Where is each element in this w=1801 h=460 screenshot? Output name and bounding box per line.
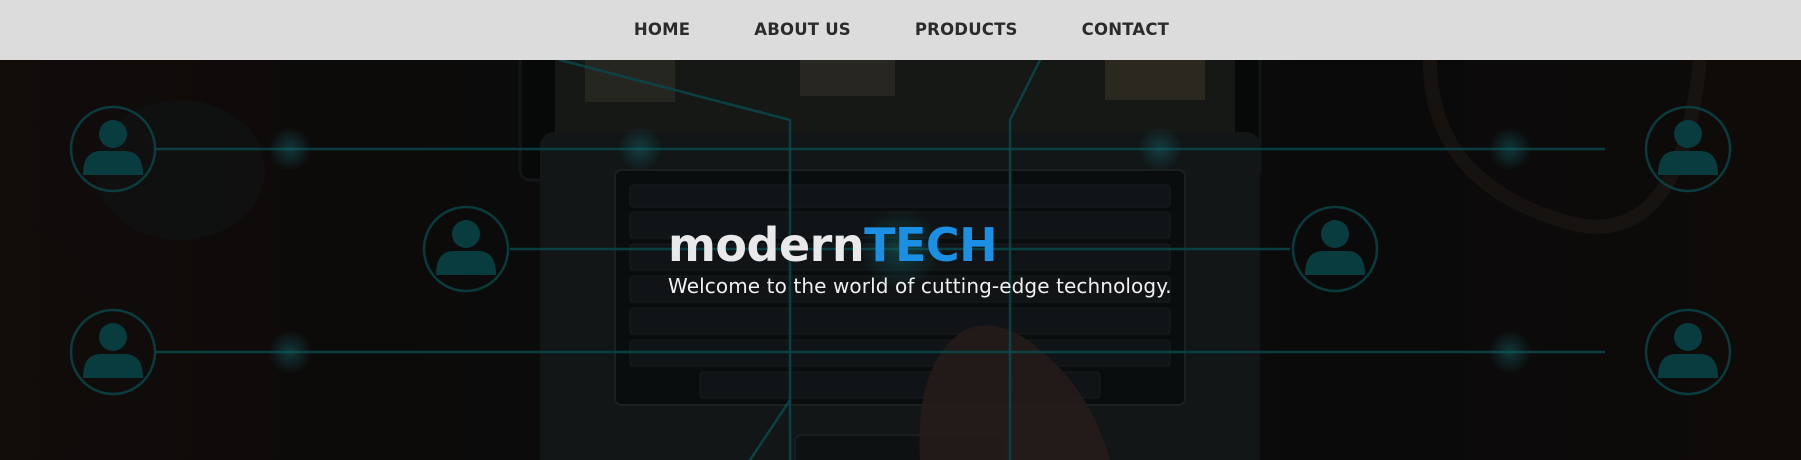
nav-link-contact[interactable]: CONTACT	[1050, 0, 1201, 60]
hero-text-block: modernTECH Welcome to the world of cutti…	[668, 218, 1172, 298]
nav-link-home[interactable]: HOME	[602, 0, 722, 60]
brand-title-part2: TECH	[864, 218, 998, 272]
nav-menu: HOME ABOUT US PRODUCTS CONTACT	[602, 0, 1201, 60]
hero-banner: modernTECH Welcome to the world of cutti…	[0, 60, 1801, 460]
nav-link-about-us[interactable]: ABOUT US	[722, 0, 883, 60]
nav-link-products[interactable]: PRODUCTS	[883, 0, 1050, 60]
top-navbar: HOME ABOUT US PRODUCTS CONTACT	[0, 0, 1801, 60]
brand-title-part1: modern	[668, 218, 865, 272]
brand-title: modernTECH	[668, 218, 1172, 272]
hero-tagline: Welcome to the world of cutting-edge tec…	[668, 274, 1172, 298]
